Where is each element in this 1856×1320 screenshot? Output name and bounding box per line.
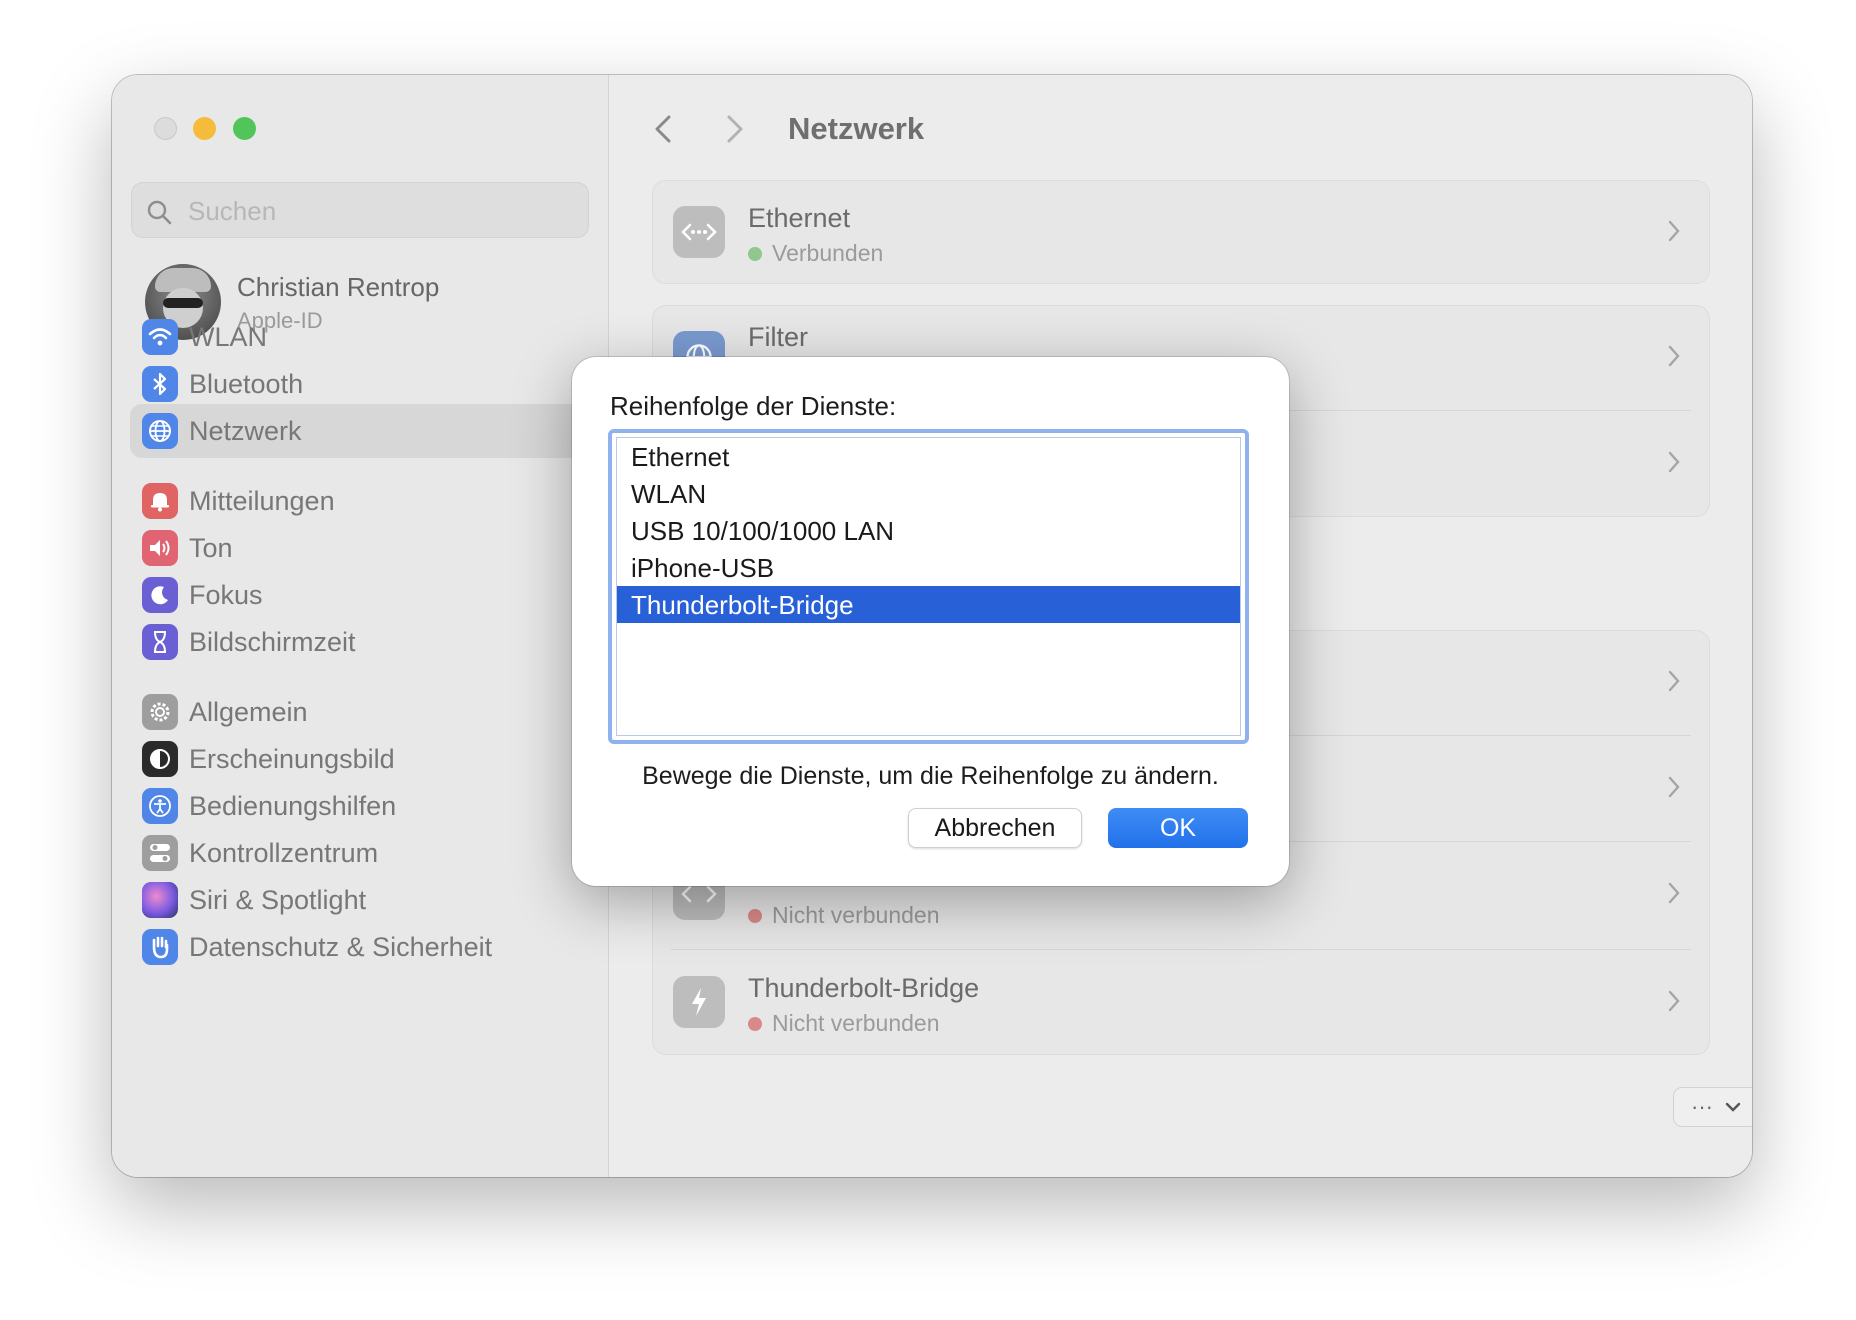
sidebar-item-label: WLAN — [189, 322, 268, 352]
bluetooth-icon — [142, 366, 178, 402]
sidebar-item-kontrollzentrum[interactable]: Kontrollzentrum — [130, 826, 592, 880]
sidebar: Christian Rentrop Apple-ID WLAN Bluetoot… — [112, 75, 609, 1177]
chevron-right-icon — [1668, 451, 1680, 473]
sidebar-item-wlan[interactable]: WLAN — [130, 310, 592, 364]
search-field[interactable] — [131, 182, 589, 238]
chevron-right-icon — [1668, 776, 1680, 798]
ethernet-icon — [673, 206, 725, 258]
service-status: Verbunden — [748, 240, 883, 267]
search-icon — [147, 200, 172, 225]
hand-icon — [142, 929, 178, 965]
service-order-item[interactable]: USB 10/100/1000 LAN — [617, 512, 1240, 549]
chevron-right-icon — [1668, 670, 1680, 692]
sidebar-item-bedienungshilfen[interactable]: Bedienungshilfen — [130, 779, 592, 833]
dialog-hint: Bewege die Dienste, um die Reihenfolge z… — [642, 762, 1219, 790]
ellipsis-icon: ··· — [1691, 1094, 1713, 1119]
chevron-down-icon — [1725, 1102, 1741, 1112]
service-status-text: Nicht verbunden — [772, 1010, 940, 1036]
chevron-right-icon — [1668, 990, 1680, 1012]
bell-icon — [142, 483, 178, 519]
sidebar-item-label: Bedienungshilfen — [189, 791, 397, 821]
sidebar-item-label: Bluetooth — [189, 369, 304, 399]
sidebar-item-label: Kontrollzentrum — [189, 838, 379, 868]
service-row[interactable]: Ethernet Verbunden — [653, 181, 1709, 285]
user-name[interactable]: Christian Rentrop — [237, 272, 439, 303]
sidebar-item-ton[interactable]: Ton — [130, 521, 592, 575]
sidebar-item-netzwerk[interactable]: Netzwerk — [130, 404, 592, 458]
close-window-button[interactable] — [154, 117, 177, 140]
sidebar-item-label: Erscheinungsbild — [189, 744, 395, 774]
more-actions-button[interactable]: ··· — [1673, 1087, 1752, 1127]
sidebar-item-label: Mitteilungen — [189, 486, 335, 516]
sidebar-item-allgemein[interactable]: Allgemein — [130, 685, 592, 739]
service-order-item[interactable]: iPhone-USB — [617, 549, 1240, 586]
thunderbolt-icon — [673, 976, 725, 1028]
sidebar-item-label: Fokus — [189, 580, 263, 610]
back-button[interactable] — [649, 111, 679, 147]
sidebar-item-label: Ton — [189, 533, 233, 563]
sidebar-item-datenschutz[interactable]: Datenschutz & Sicherheit — [130, 920, 592, 974]
minimize-window-button[interactable] — [193, 117, 216, 140]
service-status: Nicht verbunden — [748, 902, 940, 929]
gear-icon — [142, 694, 178, 730]
speaker-icon — [142, 530, 178, 566]
service-card-ethernet: Ethernet Verbunden — [652, 180, 1710, 284]
service-order-item[interactable]: Ethernet — [617, 438, 1240, 475]
service-name: Ethernet — [748, 203, 851, 233]
sidebar-item-label: Bildschirmzeit — [189, 627, 356, 657]
chevron-right-icon — [1668, 882, 1680, 904]
status-dot-disconnected — [748, 1017, 762, 1031]
ok-button[interactable]: OK — [1108, 808, 1248, 848]
sidebar-item-fokus[interactable]: Fokus — [130, 568, 592, 622]
sidebar-item-siri[interactable]: Siri & Spotlight — [130, 873, 592, 927]
sidebar-item-bluetooth[interactable]: Bluetooth — [130, 357, 592, 411]
service-status-text: Nicht verbunden — [772, 902, 940, 928]
hourglass-icon — [142, 624, 178, 660]
sidebar-item-bildschirmzeit[interactable]: Bildschirmzeit — [130, 615, 592, 669]
status-dot-disconnected — [748, 909, 762, 923]
sidebar-item-mitteilungen[interactable]: Mitteilungen — [130, 474, 592, 528]
cancel-button[interactable]: Abbrechen — [908, 808, 1082, 848]
service-name: Filter — [748, 322, 808, 352]
chevron-right-icon — [1668, 345, 1680, 367]
sidebar-item-label: Siri & Spotlight — [189, 885, 367, 915]
service-order-dialog: Reihenfolge der Dienste: Ethernet WLAN U… — [572, 357, 1289, 886]
service-order-item[interactable]: WLAN — [617, 475, 1240, 512]
toggles-icon — [142, 835, 178, 871]
service-status-text: Verbunden — [772, 240, 884, 266]
moon-icon — [142, 577, 178, 613]
service-order-item-selected[interactable]: Thunderbolt-Bridge — [617, 586, 1240, 623]
service-order-list[interactable]: Ethernet WLAN USB 10/100/1000 LAN iPhone… — [608, 429, 1249, 744]
service-name: Thunderbolt-Bridge — [748, 973, 980, 1003]
sidebar-item-label: Datenschutz & Sicherheit — [189, 932, 493, 962]
siri-icon — [142, 882, 178, 918]
status-dot-connected — [748, 247, 762, 261]
chevron-right-icon — [1668, 220, 1680, 242]
page-title: Netzwerk — [788, 111, 925, 146]
appearance-icon — [142, 741, 178, 777]
sidebar-item-label: Netzwerk — [189, 416, 302, 446]
dialog-title: Reihenfolge der Dienste: — [610, 391, 897, 421]
service-status: Nicht verbunden — [748, 1010, 940, 1037]
sidebar-item-label: Allgemein — [189, 697, 308, 727]
globe-icon — [142, 413, 178, 449]
zoom-window-button[interactable] — [233, 117, 256, 140]
service-row[interactable]: Thunderbolt-Bridge Nicht verbunden — [653, 951, 1709, 1055]
forward-button[interactable] — [719, 111, 749, 147]
wifi-icon — [142, 319, 178, 355]
search-input[interactable] — [186, 193, 570, 229]
sidebar-item-erscheinungsbild[interactable]: Erscheinungsbild — [130, 732, 592, 786]
accessibility-icon — [142, 788, 178, 824]
